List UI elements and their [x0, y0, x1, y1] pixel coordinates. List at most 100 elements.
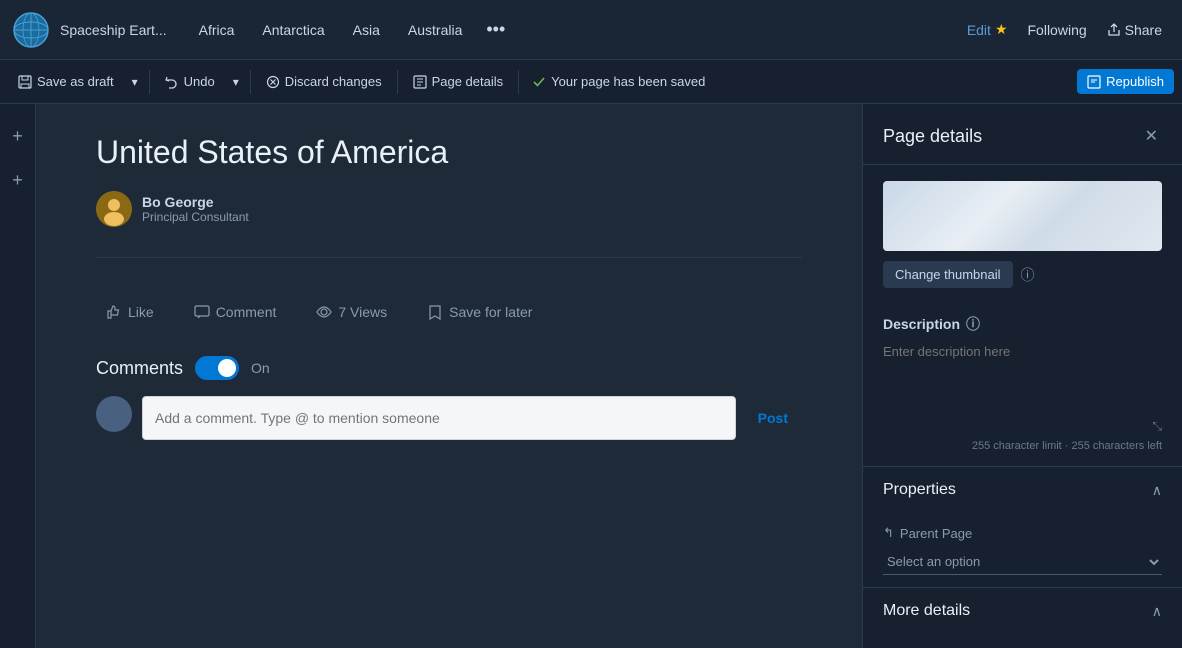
main-layout: + + United States of America Bo George P… [0, 104, 1182, 648]
description-section: Description ⓘ ⤡ 255 character limit · 25… [863, 300, 1182, 467]
nav-link-africa[interactable]: Africa [187, 16, 247, 44]
properties-header[interactable]: Properties ∧ [863, 467, 1182, 513]
save-icon [18, 75, 32, 89]
properties-title: Properties [883, 481, 956, 499]
thumbnail-info-icon[interactable]: ⓘ [1021, 265, 1035, 285]
right-panel: Page details ✕ Change thumbnail ⓘ Descri… [862, 104, 1182, 648]
description-label: Description ⓘ [883, 314, 1162, 334]
saved-status: Your page has been saved [524, 74, 713, 89]
post-comment-button[interactable]: Post [744, 400, 802, 436]
nav-links: Africa Antarctica Asia Australia ••• [187, 15, 959, 44]
more-details-header[interactable]: More details ∧ [863, 588, 1182, 634]
sidebar-left: + + [0, 104, 36, 648]
comments-section: Comments On Post [96, 356, 802, 440]
nav-link-australia[interactable]: Australia [396, 16, 474, 44]
republish-button[interactable]: Republish [1077, 69, 1174, 94]
bookmark-icon [427, 304, 443, 320]
star-icon: ★ [995, 21, 1008, 38]
saved-label: Your page has been saved [551, 74, 705, 89]
comment-input-area: Post [96, 396, 802, 440]
page-actions: Like Comment 7 Views Save for later [96, 288, 802, 336]
more-details-section: More details ∧ Modified 4/30/20, 9:04 AM [863, 588, 1182, 648]
save-draft-label: Save as draft [37, 74, 114, 89]
parent-page-select[interactable]: Select an option [883, 549, 1162, 575]
thumbnail-preview [883, 181, 1162, 251]
content-area: United States of America Bo George Princ… [36, 104, 862, 648]
content-divider [96, 257, 802, 258]
save-draft-button[interactable]: Save as draft [8, 69, 124, 94]
nav-following-button[interactable]: Following [1020, 18, 1095, 42]
like-icon [106, 304, 122, 320]
description-info-icon[interactable]: ⓘ [966, 314, 980, 334]
republish-icon [1087, 75, 1101, 89]
undo-dropdown[interactable]: ▾ [227, 70, 245, 94]
author-name: Bo George [142, 194, 249, 210]
check-icon [532, 75, 546, 89]
top-nav: Spaceship Eart... Africa Antarctica Asia… [0, 0, 1182, 60]
parent-page-section: ↰ Parent Page Select an option [863, 513, 1182, 587]
panel-title: Page details [883, 126, 982, 147]
author-avatar [96, 191, 132, 227]
description-input[interactable] [883, 344, 1162, 414]
more-details-title: More details [883, 602, 970, 620]
comment-row: Post [142, 396, 802, 440]
site-title: Spaceship Eart... [60, 22, 167, 38]
author-section: Bo George Principal Consultant [96, 191, 802, 227]
page-details-button[interactable]: Page details [403, 69, 514, 94]
edit-label: Edit [967, 22, 991, 38]
save-later-button[interactable]: Save for later [417, 298, 542, 326]
panel-header: Page details ✕ [863, 104, 1182, 165]
discard-button[interactable]: Discard changes [256, 69, 392, 94]
nav-more-button[interactable]: ••• [478, 15, 513, 44]
like-label: Like [128, 304, 154, 320]
nav-link-asia[interactable]: Asia [341, 16, 392, 44]
parent-page-icon: ↰ [883, 525, 894, 541]
nav-share-button[interactable]: Share [1099, 18, 1170, 42]
properties-section: Properties ∧ ↰ Parent Page Select an opt… [863, 467, 1182, 588]
properties-collapse-icon: ∧ [1152, 482, 1162, 499]
share-label: Share [1125, 22, 1162, 38]
views-label: 7 Views [338, 304, 387, 320]
comment-icon [194, 304, 210, 320]
add-section-button-2[interactable]: + [6, 168, 30, 192]
close-panel-button[interactable]: ✕ [1141, 122, 1162, 150]
comments-toggle[interactable] [195, 356, 239, 380]
undo-button[interactable]: Undo [155, 69, 225, 94]
nav-link-antarctica[interactable]: Antarctica [250, 16, 336, 44]
save-draft-dropdown[interactable]: ▾ [126, 70, 144, 94]
comment-input[interactable] [142, 396, 736, 440]
discard-icon [266, 75, 280, 89]
page-title: United States of America [96, 134, 802, 171]
toolbar: Save as draft ▾ Undo ▾ Discard changes P… [0, 60, 1182, 104]
more-details-collapse-icon: ∧ [1152, 603, 1162, 620]
author-info: Bo George Principal Consultant [142, 194, 249, 224]
parent-page-label: ↰ Parent Page [883, 525, 1162, 541]
commenter-avatar [96, 396, 132, 432]
toggle-on-label: On [251, 360, 270, 376]
nav-edit-button[interactable]: Edit★ [959, 17, 1016, 42]
undo-icon [165, 75, 179, 89]
char-count: 255 character limit · 255 characters lef… [883, 440, 1162, 452]
toolbar-divider-2 [250, 70, 251, 94]
change-thumbnail-button[interactable]: Change thumbnail [883, 261, 1013, 288]
add-section-button-1[interactable]: + [6, 124, 30, 148]
comment-button[interactable]: Comment [184, 298, 287, 326]
author-role: Principal Consultant [142, 210, 249, 224]
nav-right: Edit★ Following Share [959, 17, 1170, 42]
discard-label: Discard changes [285, 74, 382, 89]
parent-page-text: Parent Page [900, 526, 972, 541]
like-button[interactable]: Like [96, 298, 164, 326]
views-count: 7 Views [306, 298, 397, 326]
comments-title: Comments [96, 358, 183, 379]
thumbnail-area: Change thumbnail ⓘ [883, 181, 1162, 288]
save-later-label: Save for later [449, 304, 532, 320]
toolbar-divider-3 [397, 70, 398, 94]
avatar-image [96, 191, 132, 227]
resize-handle[interactable]: ⤡ [883, 419, 1162, 434]
comments-header: Comments On [96, 356, 802, 380]
page-details-label: Page details [432, 74, 504, 89]
toolbar-divider-1 [149, 70, 150, 94]
comment-label: Comment [216, 304, 277, 320]
site-logo[interactable] [12, 11, 50, 49]
thumbnail-actions: Change thumbnail ⓘ [883, 261, 1162, 288]
